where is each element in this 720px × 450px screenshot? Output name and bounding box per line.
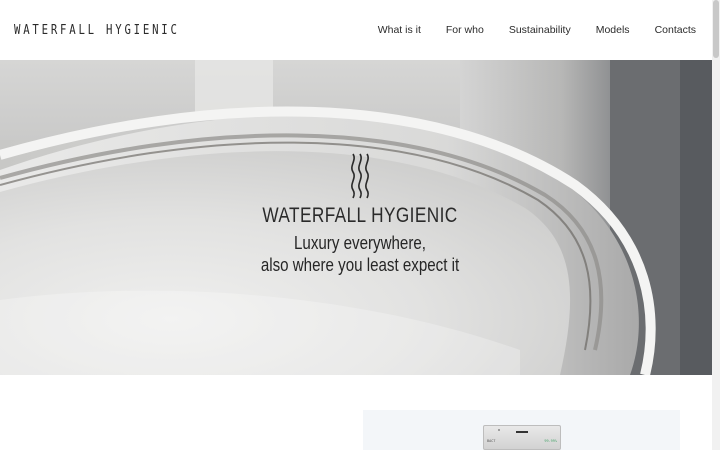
- device-slot: [516, 431, 528, 433]
- device-led: [498, 429, 500, 431]
- nav-item-models[interactable]: Models: [596, 24, 630, 36]
- hero-title: WATERFALL HYGIENIC: [262, 204, 458, 227]
- product-device-image: BACT 99.99%: [483, 425, 561, 450]
- wavy-lines-icon: [351, 153, 369, 199]
- hero-tagline-line-1: Luxury everywhere,: [294, 233, 426, 253]
- hero-section: WATERFALL HYGIENIC Luxury everywhere, al…: [0, 60, 720, 375]
- nav-item-sustainability[interactable]: Sustainability: [509, 24, 571, 36]
- page: WATERFALL HYGIENIC What is it For who Su…: [0, 0, 720, 450]
- nav-item-for-who[interactable]: For who: [446, 24, 484, 36]
- device-label-right: 99.99%: [544, 439, 557, 443]
- product-image-card: BACT 99.99%: [363, 410, 680, 450]
- page-scrollbar[interactable]: [712, 0, 720, 450]
- hero-tagline: Luxury everywhere, also where you least …: [58, 232, 663, 276]
- site-header: WATERFALL HYGIENIC What is it For who Su…: [0, 0, 712, 60]
- nav-item-contacts[interactable]: Contacts: [655, 24, 696, 36]
- hero-tagline-line-2: also where you least expect it: [260, 255, 460, 275]
- product-section: BACT 99.99%: [0, 375, 712, 450]
- site-logo[interactable]: WATERFALL HYGIENIC: [14, 23, 180, 38]
- hero-content: WATERFALL HYGIENIC Luxury everywhere, al…: [0, 152, 720, 276]
- main-nav: What is it For who Sustainability Models…: [353, 24, 696, 36]
- scrollbar-thumb[interactable]: [713, 0, 719, 58]
- device-label-left: BACT: [487, 439, 496, 443]
- nav-item-what-is-it[interactable]: What is it: [378, 24, 421, 36]
